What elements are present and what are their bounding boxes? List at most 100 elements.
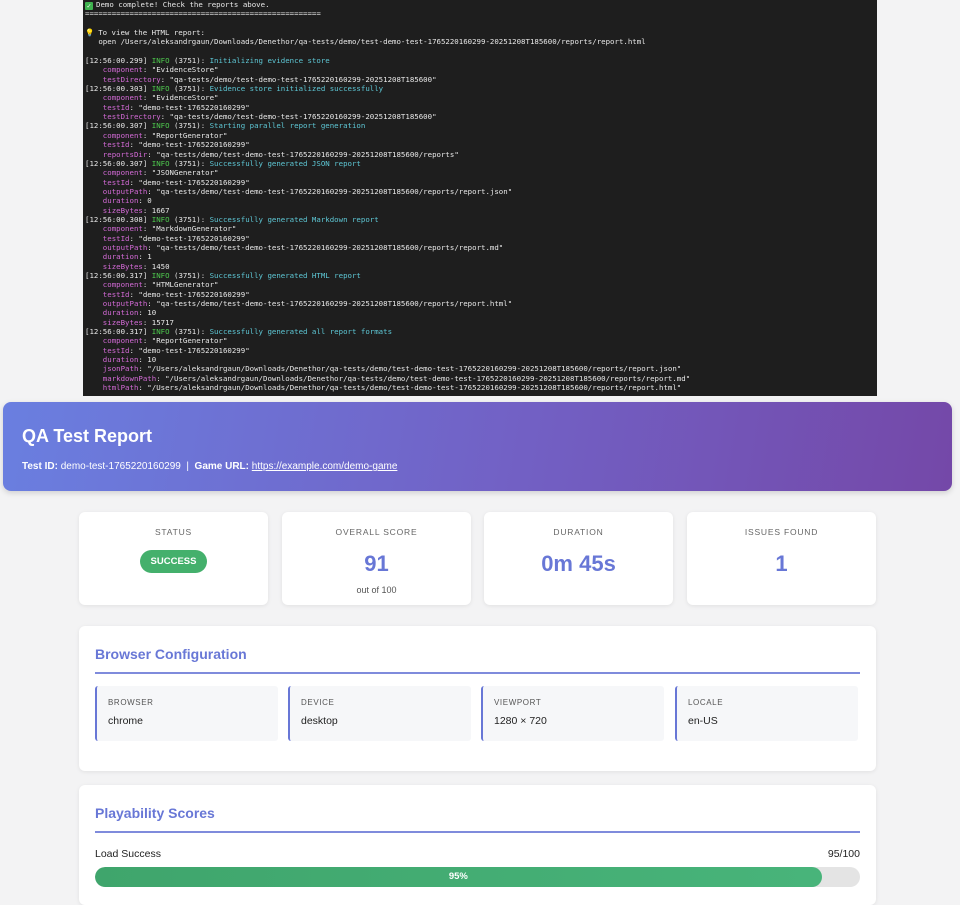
log-field-key: component bbox=[85, 224, 143, 234]
log-field-key: outputPath bbox=[85, 299, 148, 308]
log-field: testDirectory: "qa-tests/demo/test-demo-… bbox=[85, 75, 877, 84]
lightbulb-icon: 💡 bbox=[85, 28, 95, 38]
config-value: chrome bbox=[108, 715, 144, 727]
log-timestamp: [12:56:00.317] bbox=[85, 327, 148, 337]
config-key: VIEWPORT bbox=[494, 698, 542, 707]
log-field-value: : "qa-tests/demo/test-demo-test-17652201… bbox=[147, 242, 504, 252]
log-field-value: : 0 bbox=[138, 196, 152, 206]
log-field-value: : "/Users/aleksandrgaun/Downloads/Deneth… bbox=[138, 383, 682, 393]
score-row-label: Load Success bbox=[95, 848, 161, 860]
log-pid: (3751): bbox=[169, 84, 210, 94]
log-field-key: component bbox=[85, 130, 143, 140]
log-field-key: markdownPath bbox=[85, 373, 157, 383]
log-field-value: : "qa-tests/demo/test-demo-test-17652201… bbox=[160, 112, 437, 122]
log-field-key: component bbox=[85, 280, 143, 290]
terminal-output: ✓ Demo complete! Check the reports above.… bbox=[83, 0, 877, 396]
report-title: QA Test Report bbox=[22, 426, 153, 446]
log-field-key: testId bbox=[85, 102, 130, 112]
log-field: component: "EvidenceStore" bbox=[85, 65, 877, 74]
browser-config-title: Browser Configuration bbox=[95, 646, 247, 662]
test-id-label: Test ID: bbox=[22, 461, 58, 472]
overall-score-card: OVERALL SCORE 91 out of 100 bbox=[282, 512, 471, 605]
log-level: INFO bbox=[147, 214, 170, 224]
config-device: DEVICE desktop bbox=[288, 686, 471, 741]
log-field: component: "ReportGenerator" bbox=[85, 131, 877, 140]
duration-label: DURATION bbox=[553, 527, 604, 537]
view-hint-line: 💡 To view the HTML report: bbox=[85, 28, 877, 37]
log-level: INFO bbox=[147, 158, 170, 168]
log-field-key: component bbox=[85, 336, 143, 346]
duration-value: 0m 45s bbox=[541, 551, 616, 576]
status-badge: SUCCESS bbox=[139, 550, 208, 573]
log-field-key: testDirectory bbox=[85, 74, 161, 84]
log-field-key: duration bbox=[85, 252, 139, 262]
log-field: outputPath: "qa-tests/demo/test-demo-tes… bbox=[85, 187, 877, 196]
log-field-key: outputPath bbox=[85, 242, 148, 252]
demo-complete-line: ✓ Demo complete! Check the reports above. bbox=[85, 0, 877, 10]
log-field-key: reportsDir bbox=[85, 149, 148, 159]
log-line: [12:56:00.303] INFO (3751): Evidence sto… bbox=[85, 84, 877, 93]
issues-card: ISSUES FOUND 1 bbox=[687, 512, 876, 605]
log-level: INFO bbox=[147, 84, 170, 94]
log-field-value: : "qa-tests/demo/test-demo-test-17652201… bbox=[147, 149, 459, 159]
log-field-value: : 1 bbox=[138, 252, 152, 262]
log-timestamp: [12:56:00.317] bbox=[85, 270, 148, 280]
log-field: outputPath: "qa-tests/demo/test-demo-tes… bbox=[85, 243, 877, 252]
log-field-key: testId bbox=[85, 140, 130, 150]
log-field: testId: "demo-test-1765220160299" bbox=[85, 140, 877, 149]
log-pid: (3751): bbox=[169, 214, 210, 224]
log-field-key: component bbox=[85, 65, 143, 75]
log-pid: (3751): bbox=[169, 121, 210, 131]
log-timestamp: [12:56:00.303] bbox=[85, 84, 148, 94]
log-field-value: : "demo-test-1765220160299" bbox=[129, 140, 250, 150]
test-id-value: demo-test-1765220160299 bbox=[60, 461, 181, 472]
log-field-key: sizeBytes bbox=[85, 205, 143, 215]
log-field: testId: "demo-test-1765220160299" bbox=[85, 234, 877, 243]
log-field-value: : "demo-test-1765220160299" bbox=[129, 233, 250, 243]
log-message: Initializing evidence store bbox=[209, 56, 330, 66]
log-field-value: : "EvidenceStore" bbox=[142, 93, 219, 103]
config-key: DEVICE bbox=[301, 698, 335, 707]
config-value: desktop bbox=[301, 715, 338, 727]
log-field: sizeBytes: 1667 bbox=[85, 206, 877, 215]
log-message: Successfully generated all report format… bbox=[209, 327, 393, 337]
config-locale: LOCALE en-US bbox=[675, 686, 858, 741]
log-field-value: : "EvidenceStore" bbox=[142, 65, 219, 75]
log-lines: [12:56:00.299] INFO (3751): Initializing… bbox=[85, 56, 877, 392]
config-viewport: VIEWPORT 1280 × 720 bbox=[481, 686, 664, 741]
overall-score-label: OVERALL SCORE bbox=[335, 527, 418, 537]
log-field-key: component bbox=[85, 93, 143, 103]
log-field-key: testId bbox=[85, 177, 130, 187]
log-field-value: : "/Users/aleksandrgaun/Downloads/Deneth… bbox=[156, 373, 691, 383]
duration-card: DURATION 0m 45s bbox=[484, 512, 673, 605]
log-field-key: jsonPath bbox=[85, 364, 139, 374]
log-field-key: testId bbox=[85, 289, 130, 299]
log-field: markdownPath: "/Users/aleksandrgaun/Down… bbox=[85, 374, 877, 383]
report-meta: Test ID: demo-test-1765220160299 | Game … bbox=[22, 461, 933, 472]
log-field: component: "HTMLGenerator" bbox=[85, 280, 877, 289]
log-field-key: sizeBytes bbox=[85, 317, 143, 327]
demo-complete-text: Demo complete! Check the reports above. bbox=[96, 0, 270, 9]
log-level: INFO bbox=[147, 270, 170, 280]
section-divider bbox=[95, 831, 860, 833]
log-field-key: component bbox=[85, 168, 143, 178]
log-field-value: : "ReportGenerator" bbox=[142, 336, 228, 346]
report-header: QA Test Report Test ID: demo-test-176522… bbox=[3, 402, 952, 491]
log-field-value: : "qa-tests/demo/test-demo-test-17652201… bbox=[147, 186, 513, 196]
game-url-link[interactable]: https://example.com/demo-game bbox=[252, 461, 398, 472]
log-field-value: : "/Users/aleksandrgaun/Downloads/Deneth… bbox=[138, 364, 682, 374]
log-field-key: duration bbox=[85, 355, 139, 365]
log-field: duration: 10 bbox=[85, 355, 877, 364]
log-pid: (3751): bbox=[169, 158, 210, 168]
status-label: STATUS bbox=[154, 527, 193, 537]
log-field-value: : 10 bbox=[138, 355, 157, 365]
playability-title: Playability Scores bbox=[95, 805, 215, 821]
log-field-key: duration bbox=[85, 196, 139, 206]
meta-separator: | bbox=[186, 461, 189, 472]
log-line: [12:56:00.307] INFO (3751): Starting par… bbox=[85, 121, 877, 130]
log-field: htmlPath: "/Users/aleksandrgaun/Download… bbox=[85, 383, 877, 392]
status-card: STATUS SUCCESS bbox=[79, 512, 268, 605]
progress-fill: 95% bbox=[95, 867, 822, 887]
